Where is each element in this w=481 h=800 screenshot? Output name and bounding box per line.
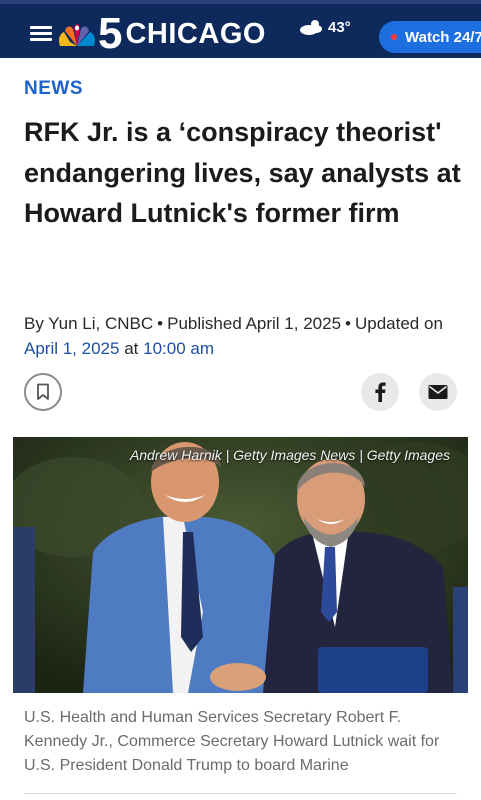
logo-number: 5 [98, 9, 123, 58]
byline-prefix: By [24, 314, 44, 333]
on-label: on [424, 314, 443, 333]
updated-time: 10:00 am [143, 339, 214, 358]
bookmark-button[interactable] [24, 373, 62, 411]
photo-credit: Andrew Harnik | Getty Images News | Gett… [129, 447, 450, 463]
watch-label: Watch 24/7 [405, 28, 481, 46]
logo-city: CHICAGO [125, 18, 266, 50]
peacock-icon [59, 24, 95, 46]
email-icon [428, 385, 448, 399]
photo-illustration [13, 437, 468, 693]
bookmark-icon [37, 383, 49, 400]
article-actions [24, 373, 457, 413]
photo-caption: U.S. Health and Human Services Secretary… [24, 709, 440, 774]
live-dot-icon [391, 34, 397, 40]
section-label[interactable]: NEWS [24, 78, 83, 100]
published-date: April 1, 2025 [245, 314, 342, 333]
facebook-share-button[interactable] [361, 373, 399, 411]
updated-label: Updated [354, 314, 420, 333]
site-header: 5 CHICAGO 43° Watch 24/7 [0, 0, 481, 58]
facebook-icon [375, 382, 386, 402]
at-label: at [124, 339, 139, 358]
updated-date: April 1, 2025 [24, 339, 120, 358]
cloud-sun-icon [300, 20, 322, 35]
article-photo[interactable]: Andrew Harnik | Getty Images News | Gett… [13, 437, 468, 693]
temperature: 43° [328, 19, 351, 36]
published-label: Published [167, 314, 242, 333]
menu-icon[interactable] [30, 26, 52, 41]
nbc5-chicago-logo[interactable]: 5 CHICAGO [56, 9, 266, 58]
weather-widget[interactable]: 43° [298, 18, 351, 36]
byline: By Yun Li, CNBC • Published April 1, 2025 •… [24, 314, 443, 358]
divider [24, 793, 457, 794]
byline-author: Yun Li, CNBC [48, 314, 154, 333]
watch-live-button[interactable]: Watch 24/7 [379, 21, 481, 53]
article-headline: RFK Jr. is a ‘conspiracy theorist' endan… [24, 117, 461, 228]
email-share-button[interactable] [419, 373, 457, 411]
